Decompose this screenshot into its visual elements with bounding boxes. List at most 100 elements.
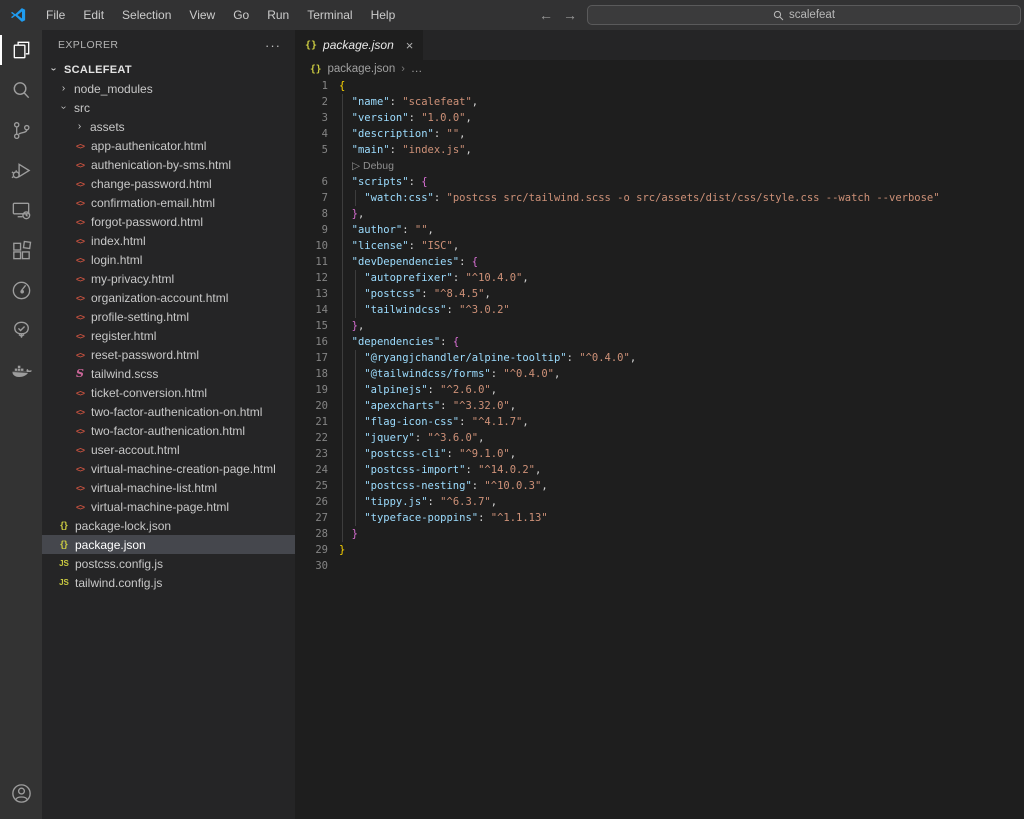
line-content: ▷ Debug	[339, 158, 1024, 174]
tree-item-index-html[interactable]: <>index.html	[42, 231, 295, 250]
code-line[interactable]: 6 "scripts": {	[295, 174, 1024, 190]
code-line[interactable]: 16 "dependencies": {	[295, 334, 1024, 350]
back-arrow-icon[interactable]: ←	[539, 7, 553, 23]
tree-item-ticket-conversion-html[interactable]: <>ticket-conversion.html	[42, 383, 295, 402]
tree-item-assets[interactable]: ›assets	[42, 117, 295, 136]
code-line[interactable]: 23 "postcss-cli": "^9.1.0",	[295, 446, 1024, 462]
menu-edit[interactable]: Edit	[74, 4, 113, 26]
todo-tree-icon[interactable]	[0, 310, 42, 350]
code-line[interactable]: 28 }	[295, 526, 1024, 542]
indent-guide	[342, 462, 343, 478]
tree-item-scalefeat[interactable]: ›SCALEFEAT	[42, 60, 295, 79]
code-line[interactable]: 24 "postcss-import": "^14.0.2",	[295, 462, 1024, 478]
tree-item-virtual-machine-creation-page-html[interactable]: <>virtual-machine-creation-page.html	[42, 459, 295, 478]
forward-arrow-icon[interactable]: →	[563, 7, 577, 23]
run-debug-icon[interactable]	[0, 150, 42, 190]
code-line[interactable]: 26 "tippy.js": "^6.3.7",	[295, 494, 1024, 510]
explorer-icon[interactable]	[0, 30, 42, 70]
tree-item-node-modules[interactable]: ›node_modules	[42, 79, 295, 98]
code-line[interactable]: 5 "main": "index.js",	[295, 142, 1024, 158]
tree-item-app-authenicator-html[interactable]: <>app-authenicator.html	[42, 136, 295, 155]
code-line[interactable]: 15 },	[295, 318, 1024, 334]
code-line[interactable]: 1{	[295, 78, 1024, 94]
tree-item-change-password-html[interactable]: <>change-password.html	[42, 174, 295, 193]
menu-selection[interactable]: Selection	[113, 4, 180, 26]
code-line[interactable]: 19 "alpinejs": "^2.6.0",	[295, 382, 1024, 398]
tree-item-forgot-password-html[interactable]: <>forgot-password.html	[42, 212, 295, 231]
line-number: 28	[295, 526, 339, 542]
code-line[interactable]: 2 "name": "scalefeat",	[295, 94, 1024, 110]
scss-file-icon: S	[72, 367, 88, 380]
tree-item-register-html[interactable]: <>register.html	[42, 326, 295, 345]
code-line[interactable]: 17 "@ryangjchandler/alpine-tooltip": "^0…	[295, 350, 1024, 366]
tree-item-package-lock-json[interactable]: {}package-lock.json	[42, 516, 295, 535]
line-content: "tailwindcss": "^3.0.2"	[339, 302, 1024, 318]
tree-item-virtual-machine-list-html[interactable]: <>virtual-machine-list.html	[42, 478, 295, 497]
tree-item-postcss-config-js[interactable]: JSpostcss.config.js	[42, 554, 295, 573]
clock-icon[interactable]	[0, 270, 42, 310]
code-line[interactable]: 25 "postcss-nesting": "^10.0.3",	[295, 478, 1024, 494]
menu-file[interactable]: File	[37, 4, 74, 26]
line-number: 7	[295, 190, 339, 206]
breadcrumb-more[interactable]: …	[411, 63, 423, 75]
code-line[interactable]: 9 "author": "",	[295, 222, 1024, 238]
indent-guide	[355, 462, 356, 478]
code-line[interactable]: 22 "jquery": "^3.6.0",	[295, 430, 1024, 446]
tree-item-label: profile-setting.html	[91, 310, 189, 324]
account-icon[interactable]	[0, 773, 42, 813]
menu-go[interactable]: Go	[224, 4, 258, 26]
tree-item-user-accout-html[interactable]: <>user-accout.html	[42, 440, 295, 459]
tree-item-reset-password-html[interactable]: <>reset-password.html	[42, 345, 295, 364]
tree-item-my-privacy-html[interactable]: <>my-privacy.html	[42, 269, 295, 288]
tree-item-login-html[interactable]: <>login.html	[42, 250, 295, 269]
search-icon[interactable]	[0, 70, 42, 110]
tree-item-organization-account-html[interactable]: <>organization-account.html	[42, 288, 295, 307]
code-line[interactable]: 8 },	[295, 206, 1024, 222]
menu-view[interactable]: View	[180, 4, 224, 26]
command-center-search[interactable]: scalefeat	[587, 5, 1021, 25]
code-line[interactable]: 3 "version": "1.0.0",	[295, 110, 1024, 126]
code-line[interactable]: 14 "tailwindcss": "^3.0.2"	[295, 302, 1024, 318]
tree-item-two-factor-authenication-on-html[interactable]: <>two-factor-authenication-on.html	[42, 402, 295, 421]
code-line[interactable]: 13 "postcss": "^8.4.5",	[295, 286, 1024, 302]
tab-package-json[interactable]: {} package.json ×	[295, 30, 424, 60]
tree-item-virtual-machine-page-html[interactable]: <>virtual-machine-page.html	[42, 497, 295, 516]
code-line[interactable]: 10 "license": "ISC",	[295, 238, 1024, 254]
code-line[interactable]: 4 "description": "",	[295, 126, 1024, 142]
code-line[interactable]: 27 "typeface-poppins": "^1.1.13"	[295, 510, 1024, 526]
source-control-icon[interactable]	[0, 110, 42, 150]
line-content: "tippy.js": "^6.3.7",	[339, 494, 1024, 510]
breadcrumb-file[interactable]: package.json	[327, 63, 395, 75]
tree-item-profile-setting-html[interactable]: <>profile-setting.html	[42, 307, 295, 326]
code-line[interactable]: 20 "apexcharts": "^3.32.0",	[295, 398, 1024, 414]
code-line[interactable]: 7 "watch:css": "postcss src/tailwind.scs…	[295, 190, 1024, 206]
tree-item-two-factor-authenication-html[interactable]: <>two-factor-authenication.html	[42, 421, 295, 440]
tree-item-confirmation-email-html[interactable]: <>confirmation-email.html	[42, 193, 295, 212]
code-line[interactable]: 18 "@tailwindcss/forms": "^0.4.0",	[295, 366, 1024, 382]
remote-explorer-icon[interactable]	[0, 190, 42, 230]
line-number: 24	[295, 462, 339, 478]
tree-item-src[interactable]: ›src	[42, 98, 295, 117]
menu-terminal[interactable]: Terminal	[298, 4, 361, 26]
code-line[interactable]: 21 "flag-icon-css": "^4.1.7",	[295, 414, 1024, 430]
extensions-icon[interactable]	[0, 230, 42, 270]
indent-guide	[355, 510, 356, 526]
code-line[interactable]: 30	[295, 558, 1024, 574]
codelens-debug[interactable]: ▷ Debug	[339, 160, 394, 172]
code-line[interactable]: 12 "autoprefixer": "^10.4.0",	[295, 270, 1024, 286]
tab-close-icon[interactable]: ×	[406, 38, 414, 53]
menu-help[interactable]: Help	[362, 4, 405, 26]
menu-run[interactable]: Run	[258, 4, 298, 26]
code-line[interactable]: 29}	[295, 542, 1024, 558]
tree-item-tailwind-config-js[interactable]: JStailwind.config.js	[42, 573, 295, 592]
tree-item-label: SCALEFEAT	[64, 64, 132, 76]
docker-icon[interactable]	[0, 350, 42, 390]
codelens-row[interactable]: ▷ Debug	[295, 158, 1024, 174]
explorer-actions-icon[interactable]: ···	[265, 38, 281, 53]
code-editor[interactable]: 1{2 "name": "scalefeat",3 "version": "1.…	[295, 78, 1024, 819]
html-file-icon: <>	[72, 179, 88, 189]
tree-item-tailwind-scss[interactable]: Stailwind.scss	[42, 364, 295, 383]
tree-item-package-json[interactable]: {}package.json	[42, 535, 295, 554]
tree-item-authenication-by-sms-html[interactable]: <>authenication-by-sms.html	[42, 155, 295, 174]
code-line[interactable]: 11 "devDependencies": {	[295, 254, 1024, 270]
